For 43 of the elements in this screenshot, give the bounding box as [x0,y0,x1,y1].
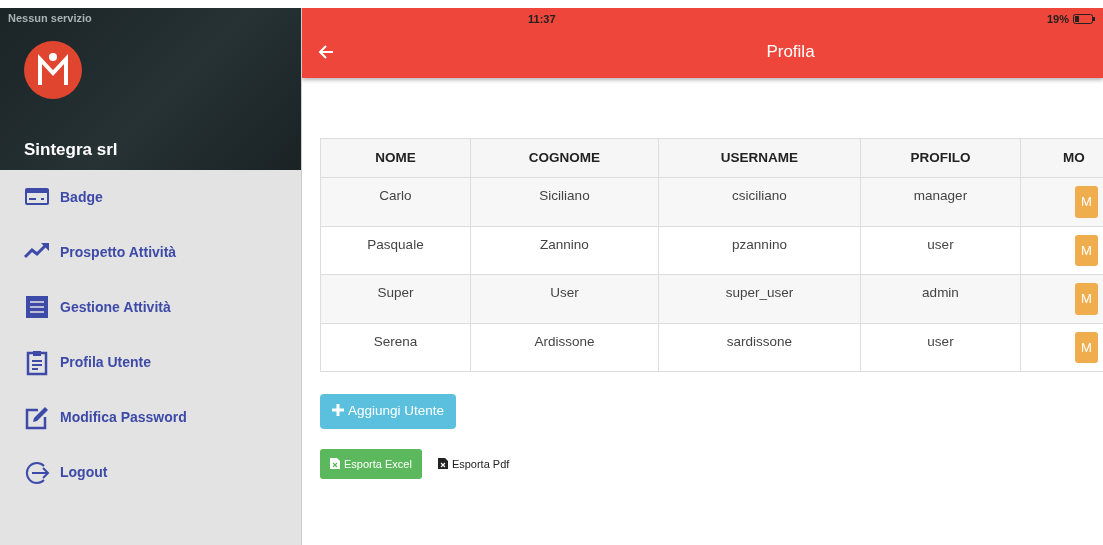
menu-item[interactable]: Profila Utente [0,335,301,390]
column-header: NOME [320,138,471,178]
back-arrow-icon[interactable] [318,44,334,60]
carrier-text: Nessun servizio [8,11,93,26]
table-cell: user [860,323,1021,372]
logout-icon [24,459,50,486]
battery-icon [1073,14,1095,24]
export-pdf-link[interactable]: Esporta Pdf [437,455,510,472]
list-icon [24,294,50,321]
edit-icon [24,404,50,431]
menu-item[interactable]: Modifica Password [0,390,301,445]
table-cell: Ardissone [470,323,659,372]
clipboard-icon [24,349,50,376]
page-title: Profila [766,41,815,64]
battery-text: 19% [1046,11,1069,27]
menu-item[interactable]: Logout [0,445,301,500]
column-header: COGNOME [470,138,659,178]
column-header: MO [1020,138,1103,178]
plus-icon [332,404,344,417]
column-header: PROFILO [860,138,1021,178]
table-cell: Serena [320,323,471,372]
company-logo [24,40,82,99]
table-cell: csiciliano [658,177,861,227]
table-cell: manager [860,177,1021,227]
file-icon [437,457,448,469]
table-cell: Siciliano [470,177,659,227]
file-icon [330,457,340,469]
table-cell: Carlo [320,177,471,227]
menu-item[interactable]: Prospetto Attività [0,225,301,280]
table-cell: User [470,274,659,324]
company-name: Sintegra srl [24,138,118,161]
table-cell: Pasquale [320,226,471,275]
table-cell: sardissone [658,323,861,372]
menu-item[interactable]: Gestione Attività [0,280,301,335]
table-cell: pzannino [658,226,861,275]
table-cell: admin [860,274,1021,324]
table-cell: Super [320,274,471,324]
column-header: USERNAME [658,138,861,178]
table-cell: super_user [658,274,861,324]
menu-item[interactable]: Badge [0,170,301,225]
clock-text: 11:37 [528,11,556,27]
table-cell: Zannino [470,226,659,275]
table-cell: user [860,226,1021,275]
